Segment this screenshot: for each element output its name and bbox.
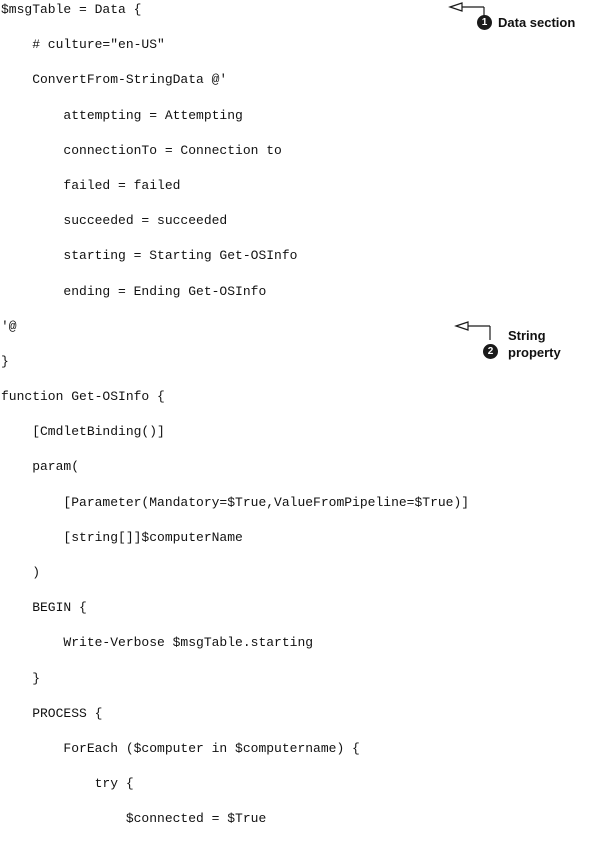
code-line: Write-Verbose $msgTable.starting (1, 635, 314, 651)
code-line: $connected = $True (1, 811, 267, 827)
code-line: connectionTo = Connection to (1, 142, 282, 158)
code-line: } (1, 670, 41, 686)
callout-number-badge: 1 (477, 15, 492, 30)
code-line: ConvertFrom-StringData @' (1, 72, 228, 88)
code-line: starting = Starting Get-OSInfo (1, 248, 298, 264)
code-line: ending = Ending Get-OSInfo (1, 283, 267, 299)
code-line: try { (1, 776, 134, 792)
callout-string-property: 2 String property (0, 318, 590, 364)
code-line: ForEach ($computer in $computername) { (1, 740, 360, 756)
code-line: PROCESS { (1, 705, 103, 721)
code-line: failed = failed (1, 177, 181, 193)
code-line: BEGIN { (1, 600, 87, 616)
callout-arrow-icon (454, 321, 491, 340)
code-listing: $msgTable = Data { # culture="en-US" Con… (1, 1, 469, 846)
callout-data-section: 1 Data section (0, 0, 590, 40)
code-line: succeeded = succeeded (1, 213, 228, 229)
callout-label: String property (508, 328, 561, 360)
callout-label: Data section (498, 15, 576, 30)
code-line: param( (1, 459, 80, 475)
code-line: [Parameter(Mandatory=$True,ValueFromPipe… (1, 494, 470, 510)
callout-number-badge: 2 (483, 344, 498, 359)
code-line: function Get-OSInfo { (1, 389, 165, 405)
code-line: attempting = Attempting (1, 107, 243, 123)
code-line: ) (1, 565, 41, 580)
code-line: [string[]]$computerName (1, 529, 243, 545)
